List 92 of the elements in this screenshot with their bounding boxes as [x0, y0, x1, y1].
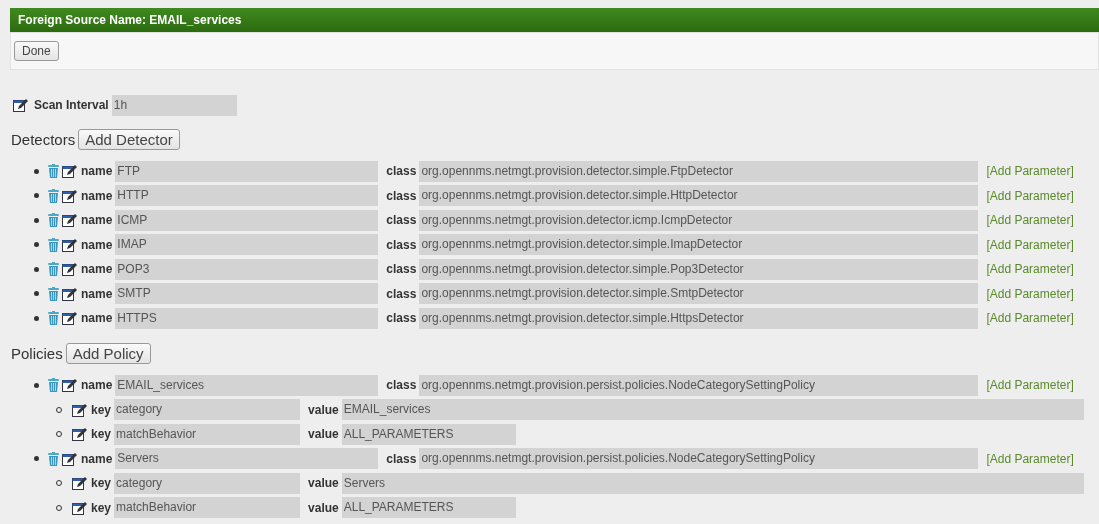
field-label: key	[91, 427, 112, 441]
value-field[interactable]: ALL_PARAMETERS	[341, 423, 516, 445]
edit-icon[interactable]	[62, 164, 77, 178]
edit-icon[interactable]	[62, 451, 77, 466]
field-label: class	[386, 311, 417, 325]
edit-icon[interactable]	[62, 286, 77, 301]
field-label: class	[386, 286, 417, 301]
scan-interval-field[interactable]: 1h	[111, 94, 237, 116]
field-label: name	[81, 262, 113, 276]
name-field[interactable]: SMTP	[115, 283, 379, 304]
edit-icon[interactable]	[62, 378, 77, 392]
add-parameter-link[interactable]: [Add Parameter]	[986, 164, 1074, 178]
class-field[interactable]: org.opennms.netmgt.provision.detector.simple.HttpDetector	[419, 185, 979, 206]
name-field[interactable]: ICMP	[115, 209, 379, 231]
name-field[interactable]: FTP	[115, 160, 379, 182]
field-label: class	[386, 237, 417, 252]
add-parameter-link[interactable]: [Add Parameter]	[986, 262, 1074, 276]
field-label: value	[308, 476, 339, 490]
name-field[interactable]: EMAIL_services	[115, 374, 379, 396]
field-label: name	[81, 286, 113, 301]
field-label: key	[91, 476, 112, 490]
edit-icon[interactable]	[62, 213, 77, 227]
bullet-icon	[34, 291, 39, 296]
field-label: value	[308, 500, 339, 515]
field-label: name	[81, 188, 113, 203]
key-field[interactable]: matchBehavior	[114, 497, 301, 518]
edit-icon[interactable]	[72, 476, 87, 490]
field-label: value	[308, 402, 339, 417]
edit-icon[interactable]	[72, 500, 87, 515]
add-parameter-link[interactable]: [Add Parameter]	[986, 311, 1074, 325]
add-detector-button[interactable]: Add Detector	[78, 129, 180, 150]
class-field[interactable]: org.opennms.netmgt.provision.persist.policies.NodeCategorySettingPolicy	[419, 374, 979, 396]
add-parameter-link[interactable]: [Add Parameter]	[986, 188, 1074, 203]
field-label: name	[81, 311, 113, 325]
class-field[interactable]: org.opennms.netmgt.provision.detector.simple.SmtpDetector	[419, 283, 979, 304]
header-bar: Foreign Source Name: EMAIL_services	[10, 8, 1099, 32]
value-field[interactable]: EMAIL_services	[341, 399, 1084, 420]
bullet-icon	[34, 315, 39, 321]
bullet-icon	[34, 266, 39, 272]
field-label: class	[386, 188, 417, 203]
bullet-icon	[34, 382, 39, 388]
field-label: name	[81, 164, 113, 178]
add-parameter-link[interactable]: [Add Parameter]	[986, 451, 1074, 466]
field-label: class	[386, 213, 417, 227]
class-field[interactable]: org.opennms.netmgt.provision.detector.simple.Pop3Detector	[419, 258, 979, 280]
field-label: key	[91, 402, 112, 417]
name-field[interactable]: POP3	[115, 258, 379, 280]
edit-icon[interactable]	[62, 311, 77, 325]
field-label: class	[386, 378, 417, 392]
name-field[interactable]: Servers	[115, 448, 379, 469]
edit-icon[interactable]	[72, 402, 87, 417]
add-parameter-link[interactable]: [Add Parameter]	[986, 237, 1074, 252]
field-label: name	[81, 378, 113, 392]
key-field[interactable]: category	[114, 472, 301, 494]
add-parameter-link[interactable]: [Add Parameter]	[986, 213, 1074, 227]
field-label: name	[81, 213, 113, 227]
add-parameter-link[interactable]: [Add Parameter]	[986, 378, 1074, 392]
field-label: name	[81, 237, 113, 252]
bullet-icon	[34, 168, 39, 174]
edit-icon[interactable]	[62, 237, 77, 252]
class-field[interactable]: org.opennms.netmgt.provision.detector.simple.FtpDetector	[419, 160, 979, 182]
field-label: class	[386, 451, 417, 466]
add-policy-button[interactable]: Add Policy	[65, 343, 151, 364]
field-label: class	[386, 262, 417, 276]
edit-icon[interactable]	[62, 262, 77, 276]
bullet-icon	[34, 456, 39, 461]
done-button[interactable]: Done	[14, 41, 59, 61]
key-field[interactable]: matchBehavior	[114, 423, 301, 445]
section-heading: Policies	[11, 345, 63, 362]
bullet-icon	[34, 193, 39, 198]
class-field[interactable]: org.opennms.netmgt.provision.detector.simple.HttpsDetector	[419, 307, 979, 329]
edit-icon[interactable]	[72, 427, 87, 441]
bullet-icon	[34, 217, 39, 223]
name-field[interactable]: HTTPS	[115, 307, 379, 329]
field-label: name	[81, 451, 113, 466]
section-heading: Detectors	[11, 131, 76, 148]
field-label: Scan Interval	[34, 98, 109, 112]
name-field[interactable]: HTTP	[115, 185, 379, 206]
class-field[interactable]: org.opennms.netmgt.provision.detector.simple.ImapDetector	[419, 234, 979, 255]
field-label: value	[308, 427, 339, 441]
class-field[interactable]: org.opennms.netmgt.provision.detector.icmp.IcmpDetector	[419, 209, 979, 231]
value-field[interactable]: ALL_PARAMETERS	[341, 497, 516, 518]
class-field[interactable]: org.opennms.netmgt.provision.persist.policies.NodeCategorySettingPolicy	[419, 448, 979, 469]
key-field[interactable]: category	[114, 399, 301, 420]
add-parameter-link[interactable]: [Add Parameter]	[986, 286, 1074, 301]
field-label: class	[386, 164, 417, 178]
name-field[interactable]: IMAP	[115, 234, 379, 255]
field-label: key	[91, 500, 112, 515]
edit-icon[interactable]	[62, 188, 77, 203]
value-field[interactable]: Servers	[341, 472, 1084, 494]
edit-icon[interactable]	[13, 98, 28, 112]
bullet-icon	[34, 242, 39, 247]
